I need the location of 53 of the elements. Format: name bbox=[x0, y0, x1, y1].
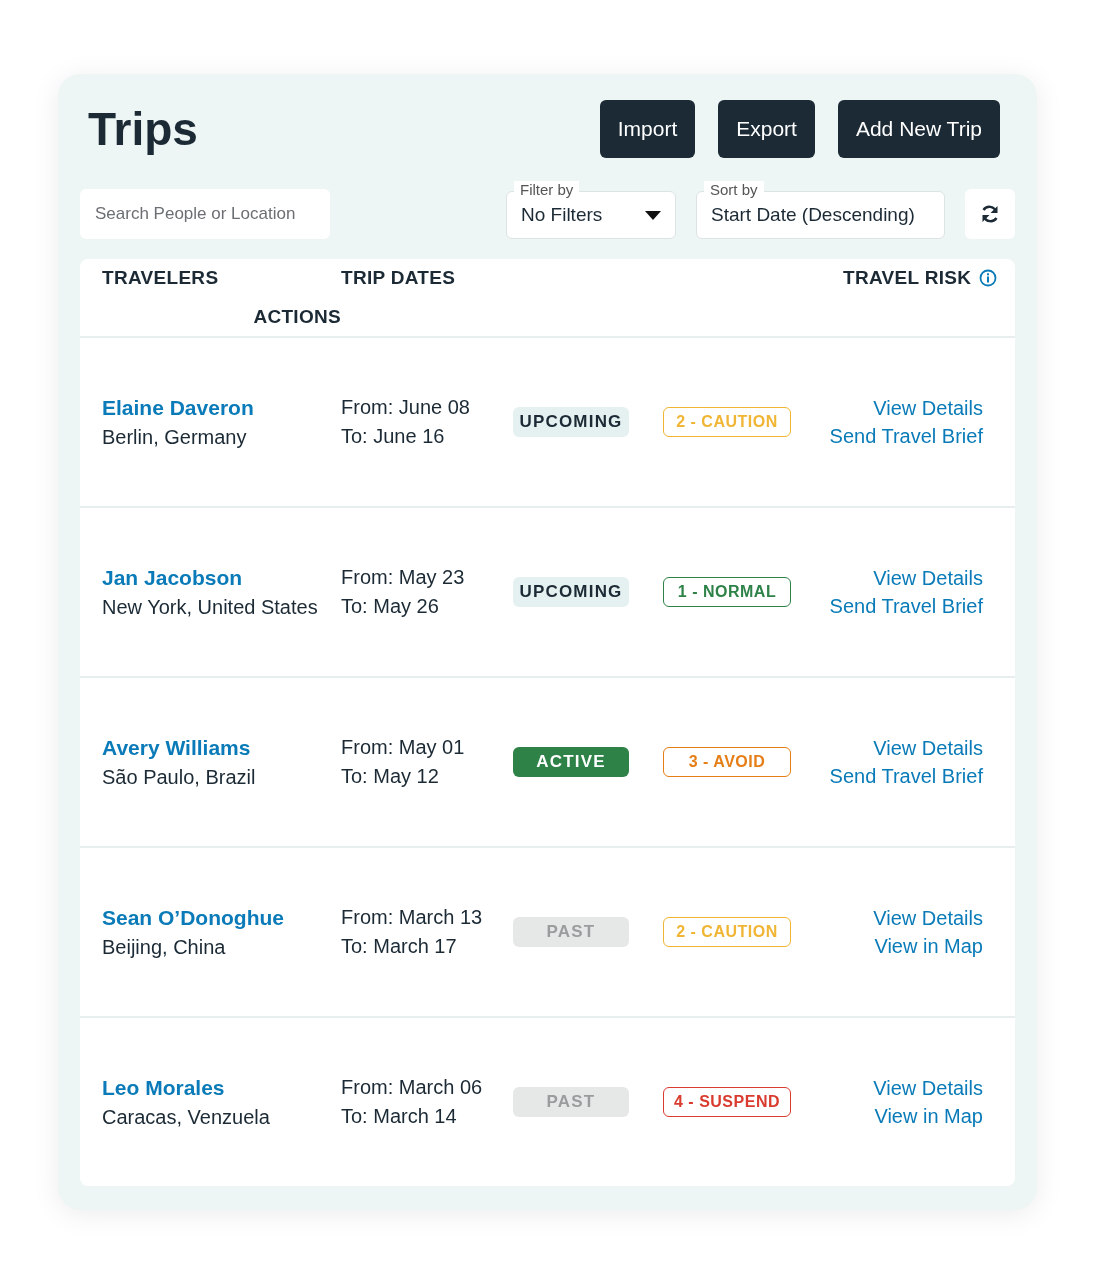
field-value: No Filters bbox=[521, 204, 603, 226]
trip-end-date: To: March 14 bbox=[341, 1105, 458, 1128]
traveler-location: Beijing, China bbox=[102, 935, 227, 959]
field-label: Sort by bbox=[704, 181, 764, 199]
risk-badge: 2 - CAUTION bbox=[663, 917, 791, 947]
risk-badge: 3 - AVOID bbox=[663, 747, 791, 777]
action-link[interactable]: Send Travel Brief bbox=[829, 764, 983, 788]
traveler-location: São Paulo, Brazil bbox=[102, 765, 257, 789]
trip-start-date: From: June 08 bbox=[341, 396, 471, 419]
field-label: Filter by bbox=[514, 181, 580, 199]
traveler-name[interactable]: Leo Morales bbox=[102, 1075, 341, 1100]
risk-badge: 4 - SUSPEND bbox=[663, 1087, 791, 1117]
page-title: Trips bbox=[88, 102, 198, 156]
action-link[interactable]: View Details bbox=[873, 396, 983, 420]
status-badge: PAST bbox=[513, 1087, 629, 1117]
status-badge: UPCOMING bbox=[513, 577, 629, 607]
field-value: Start Date (Descending) bbox=[711, 204, 915, 226]
column-header: TRAVEL RISK bbox=[843, 267, 972, 290]
traveler-name[interactable]: Avery Williams bbox=[102, 735, 341, 760]
column-header: TRIP DATES bbox=[341, 267, 457, 290]
action-link[interactable]: Send Travel Brief bbox=[829, 594, 983, 618]
column-header: ACTIONS bbox=[253, 305, 341, 328]
trip-start-date: From: May 23 bbox=[341, 566, 466, 589]
toolbar-button[interactable]: Add New Trip bbox=[837, 100, 1000, 158]
toolbar-button[interactable]: Export bbox=[718, 100, 815, 158]
status-badge: ACTIVE bbox=[513, 747, 629, 777]
action-link[interactable]: View Details bbox=[873, 1076, 983, 1100]
trip-start-date: From: March 13 bbox=[341, 906, 484, 929]
status-badge: UPCOMING bbox=[513, 407, 629, 437]
trip-start-date: From: March 06 bbox=[341, 1076, 484, 1099]
action-link[interactable]: View Details bbox=[873, 736, 983, 760]
search-field[interactable]: Search People or Location bbox=[80, 189, 330, 239]
risk-badge: 2 - CAUTION bbox=[663, 407, 791, 437]
trip-end-date: To: May 26 bbox=[341, 595, 440, 618]
traveler-name[interactable]: Jan Jacobson bbox=[102, 565, 341, 590]
action-link[interactable]: View Details bbox=[873, 566, 983, 590]
traveler-location: Caracas, Venzuela bbox=[102, 1105, 271, 1129]
traveler-name[interactable]: Sean O’Donoghue bbox=[102, 905, 341, 930]
trip-end-date: To: May 12 bbox=[341, 765, 440, 788]
action-link[interactable]: View in Map bbox=[874, 934, 983, 958]
action-link[interactable]: View Details bbox=[873, 906, 983, 930]
traveler-name[interactable]: Elaine Daveron bbox=[102, 395, 341, 420]
risk-badge: 1 - NORMAL bbox=[663, 577, 791, 607]
trip-end-date: To: June 16 bbox=[341, 425, 446, 448]
action-link[interactable]: View in Map bbox=[874, 1104, 983, 1128]
traveler-location: Berlin, Germany bbox=[102, 425, 248, 449]
trip-start-date: From: May 01 bbox=[341, 736, 466, 759]
status-badge: PAST bbox=[513, 917, 629, 947]
action-link[interactable]: Send Travel Brief bbox=[829, 424, 983, 448]
toolbar-button[interactable]: Import bbox=[599, 100, 696, 158]
trip-end-date: To: March 17 bbox=[341, 935, 458, 958]
column-header: TRAVELERS bbox=[102, 267, 220, 290]
traveler-location: New York, United States bbox=[102, 595, 319, 619]
